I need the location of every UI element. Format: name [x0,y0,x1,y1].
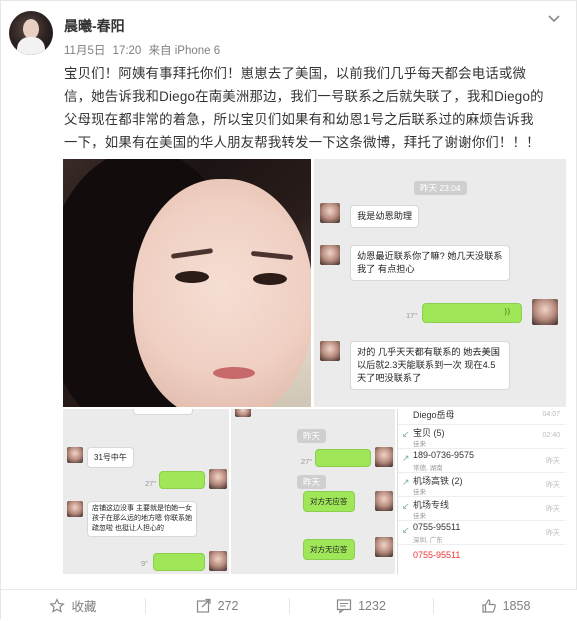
call-log-name: 0755-95511 [413,522,461,532]
chat-message: 31号中午 [87,447,134,468]
call-log-row: 0755-95511 [398,545,565,569]
repost-button[interactable]: 272 [145,590,289,621]
post-image-photo[interactable] [63,159,311,407]
photo-eye-left [175,271,209,283]
voice-duration: 9" [141,559,148,568]
chat-avatar-self [209,551,227,571]
voice-message[interactable] [159,471,205,489]
call-log-row: ↙ 宝贝 (5) 佳来 02:40 [398,425,565,449]
star-outline-icon [49,597,66,613]
photo-lips [213,367,255,379]
avatar[interactable] [9,11,53,55]
incoming-call-icon: ↙ [402,430,410,440]
photo-eye-right [253,273,287,285]
chat-time: 昨天 [297,429,327,443]
voice-duration: 17" [406,311,418,320]
voice-duration: 27" [301,457,313,466]
call-log-time: 昨天 [546,506,560,513]
chevron-down-icon[interactable] [546,11,562,27]
chat-message-partial [133,409,193,415]
like-button[interactable]: 1858 [433,590,577,621]
call-log-sub: 常德, 湖南 [413,465,443,472]
post-image-chat-1[interactable]: 昨天 23:04 我是幼恩助理 幼恩最近联系你了嘛? 她几天没联系我了 有点担心… [314,159,566,407]
chat-message: 幼恩最近联系你了嘛? 她几天没联系我了 有点担心 [350,245,510,281]
call-log-row: ↙ 机场专线 佳来 昨天 [398,497,565,521]
chat-avatar [67,447,83,463]
chat-avatar [235,409,251,417]
call-log-time: 昨天 [546,482,560,489]
call-log-name: 189-0736-9575 [413,450,475,460]
post-actions-bar: 收藏 272 1232 1858 [1,589,577,620]
chat-message: 我是幼恩助理 [350,205,420,228]
post-text: 宝贝们！阿姨有事拜托你们！崽崽去了美国，以前我们几乎每天都会电话或微信，她告诉我… [64,66,544,150]
call-log-time: 04:07 [542,411,560,418]
call-log-name: 0755-95511 [413,550,461,560]
post-image-call-log[interactable]: Diego岳母 04:07 ↙ 宝贝 (5) 佳来 02:40 ↗ 189-07… [397,409,565,574]
post-time[interactable]: 17:20 [113,45,142,57]
chat-message: 对的 几乎天天都有联系的 她去美国以后就2.3天能联系到一次 现在4.5天了吧没… [350,341,510,390]
chat-time: 昨天 23:04 [414,181,467,195]
chat-avatar [320,245,340,265]
chat-avatar [67,501,83,517]
post-meta: 11月5日 17:20 来自 iPhone 6 [64,42,224,58]
post-image-chat-3[interactable]: 昨天 27" 昨天 对方无应答 对方无应答 [231,409,395,574]
avatar-face [23,19,39,39]
weibo-post-card: 晨曦-春阳 11月5日 17:20 来自 iPhone 6 宝贝们！阿姨有事拜托… [0,0,577,620]
call-log-sub: 深圳, 广东 [413,537,443,544]
call-log-row: ↗ 189-0736-9575 常德, 湖南 昨天 [398,449,565,473]
call-log-sub: 佳来 [413,513,426,520]
outgoing-call-icon: ↗ [402,454,410,464]
call-log-row: ↙ 0755-95511 深圳, 广东 昨天 [398,521,565,545]
chat-time: 昨天 [297,475,327,489]
repost-icon [196,598,211,613]
comment-button[interactable]: 1232 [289,590,433,621]
post-date[interactable]: 11月5日 [64,45,105,57]
comment-count: 1232 [358,598,386,613]
chat-avatar [320,341,340,361]
chat-avatar-self [375,491,393,511]
call-log-row: ↗ 机场高铁 (2) 佳来 昨天 [398,473,565,497]
outgoing-call-icon: ↗ [402,478,410,488]
chat-avatar-self [375,447,393,467]
chat-avatar-self [375,537,393,557]
missed-call-message: 对方无应答 [303,491,355,512]
username[interactable]: 晨曦-春阳 [64,16,125,36]
repost-count: 272 [217,598,239,613]
avatar-body [17,37,45,55]
thumbs-up-icon [481,598,496,613]
chat-avatar-self [209,469,227,489]
favorite-button[interactable]: 收藏 [1,590,145,621]
post-source[interactable]: 来自 iPhone 6 [149,45,221,57]
chat-message: 店铺这边没事 主要就是怕她一女孩子在那么远的地方嗯 你联系她疏忽啦 也挺让人担心… [87,501,197,537]
call-log-time: 02:40 [542,432,560,439]
call-log-sub: 佳来 [413,441,426,448]
missed-call-message: 对方无应答 [303,539,355,560]
voice-wave-icon: )) [504,307,511,316]
call-log-name: Diego岳母 [413,410,455,420]
chat-avatar [320,203,340,223]
call-log-row: Diego岳母 04:07 [398,409,565,425]
chat-avatar-self [532,299,558,325]
voice-message[interactable] [153,553,205,571]
call-log-sub: 佳来 [413,489,426,496]
call-log-time: 昨天 [546,530,560,537]
like-count: 1858 [502,598,531,613]
incoming-call-icon: ↙ [402,502,410,512]
incoming-call-icon: ↙ [402,526,410,536]
voice-duration: 27" [145,479,157,488]
favorite-label: 收藏 [71,600,97,614]
voice-message[interactable] [315,449,371,467]
comment-icon [336,598,352,614]
call-log-time: 昨天 [546,458,560,465]
post-image-chat-2[interactable]: 31号中午 27" 店铺这边没事 主要就是怕她一女孩子在那么远的地方嗯 你联系她… [63,409,229,574]
